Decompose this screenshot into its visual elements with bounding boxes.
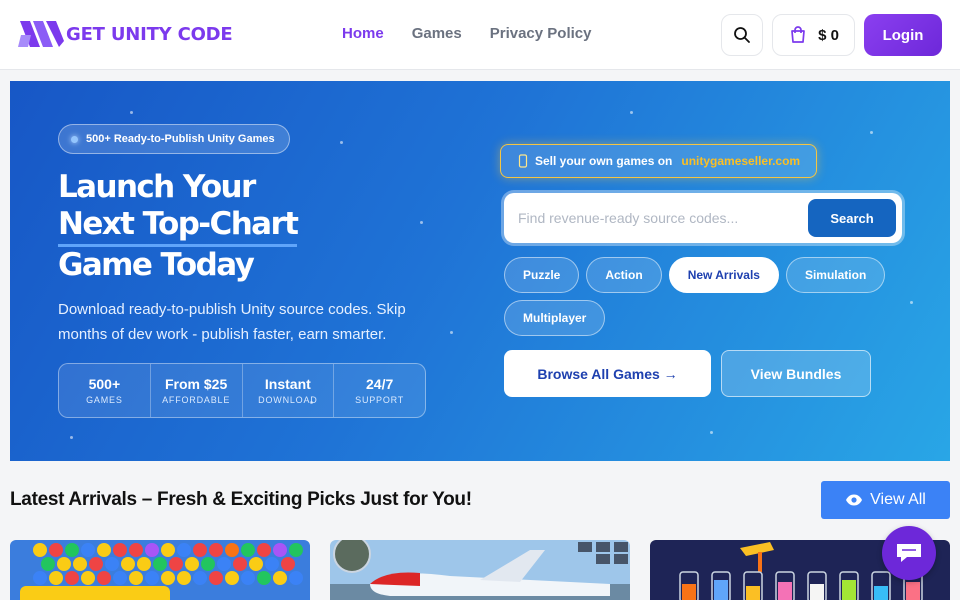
stat-value: 24/7 bbox=[366, 376, 394, 392]
hero-stats: 500+ GAMES From $25 AFFORDABLE Instant D… bbox=[58, 363, 426, 418]
hero-headline: Launch Your Next Top-Chart Game Today bbox=[58, 169, 299, 284]
category-chips: Puzzle Action New Arrivals Simulation Mu… bbox=[504, 257, 914, 336]
cart-amount: $ 0 bbox=[818, 26, 839, 44]
decor-dot bbox=[420, 221, 423, 224]
chat-icon bbox=[897, 544, 921, 562]
headline-line-2: Next Top-Chart bbox=[58, 206, 299, 247]
stat-affordable: From $25 AFFORDABLE bbox=[151, 364, 243, 417]
decor-dot bbox=[630, 111, 633, 114]
section-title: Latest Arrivals – Fresh & Exciting Picks… bbox=[10, 489, 472, 510]
decor-dot bbox=[870, 131, 873, 134]
chip-simulation[interactable]: Simulation bbox=[785, 257, 886, 293]
decor-dot bbox=[130, 111, 133, 114]
site-header: GET UNITY CODE Home Games Privacy Policy… bbox=[0, 0, 960, 70]
cart-button[interactable]: $ 0 bbox=[772, 14, 855, 56]
decor-dot bbox=[340, 141, 343, 144]
chip-new-arrivals[interactable]: New Arrivals bbox=[668, 257, 779, 293]
chip-action[interactable]: Action bbox=[586, 257, 662, 293]
logo-mark-icon bbox=[18, 21, 64, 47]
stat-value: 500+ bbox=[88, 376, 121, 392]
decor-dot bbox=[70, 436, 73, 439]
view-bundles-button[interactable]: View Bundles bbox=[721, 350, 871, 397]
nav-games[interactable]: Games bbox=[412, 25, 462, 42]
game-thumbnail bbox=[10, 540, 310, 600]
view-all-label: View All bbox=[870, 491, 926, 508]
bundles-label: View Bundles bbox=[750, 365, 842, 382]
eye-icon bbox=[846, 494, 863, 506]
game-thumbnail bbox=[330, 540, 630, 600]
stat-games: 500+ GAMES bbox=[59, 364, 151, 417]
sell-text: Sell your own games on bbox=[535, 154, 673, 168]
brand-logo[interactable]: GET UNITY CODE bbox=[18, 17, 233, 51]
badge-dot-icon bbox=[71, 135, 78, 143]
browse-label: Browse All Games → bbox=[537, 365, 678, 382]
stat-support: 24/7 SUPPORT bbox=[334, 364, 425, 417]
hero-description: Download ready-to-publish Unity source c… bbox=[58, 301, 406, 343]
sell-link[interactable]: unitygameseller.com bbox=[681, 154, 800, 168]
browse-all-games-button[interactable]: Browse All Games → bbox=[504, 350, 711, 397]
headline-line-3: Game Today bbox=[58, 247, 255, 283]
brand-name: GET UNITY CODE bbox=[66, 23, 233, 45]
stat-value: From $25 bbox=[165, 376, 228, 392]
stat-download: Instant DOWNLOAD bbox=[243, 364, 335, 417]
search-icon bbox=[734, 27, 750, 43]
stat-value: Instant bbox=[264, 376, 311, 392]
chat-widget-button[interactable] bbox=[882, 526, 936, 580]
header-search-button[interactable] bbox=[721, 14, 763, 56]
main-nav: Home Games Privacy Policy bbox=[342, 25, 591, 42]
cart-icon bbox=[791, 26, 805, 43]
hero-search-input[interactable] bbox=[518, 205, 788, 231]
hero-banner: 500+ Ready-to-Publish Unity Games Launch… bbox=[10, 81, 950, 461]
stat-label: DOWNLOAD bbox=[258, 395, 318, 405]
game-card-airplane[interactable] bbox=[330, 540, 630, 600]
chip-puzzle[interactable]: Puzzle bbox=[504, 257, 580, 293]
hero-search-box: Search bbox=[504, 193, 902, 243]
login-button[interactable]: Login bbox=[864, 14, 942, 56]
nav-home[interactable]: Home bbox=[342, 25, 384, 42]
hero-search-button[interactable]: Search bbox=[808, 199, 896, 237]
hero-badge: 500+ Ready-to-Publish Unity Games bbox=[58, 124, 290, 154]
phone-icon bbox=[518, 154, 528, 168]
decor-dot bbox=[450, 331, 453, 334]
stat-label: AFFORDABLE bbox=[162, 395, 231, 405]
hero-badge-text: 500+ Ready-to-Publish Unity Games bbox=[86, 133, 275, 145]
headline-line-1: Launch Your bbox=[58, 169, 256, 205]
decor-dot bbox=[710, 431, 713, 434]
nav-privacy-policy[interactable]: Privacy Policy bbox=[490, 25, 592, 42]
sell-games-banner[interactable]: Sell your own games on unitygameseller.c… bbox=[500, 144, 818, 178]
view-all-button[interactable]: View All bbox=[821, 481, 950, 519]
stat-label: GAMES bbox=[86, 395, 123, 405]
chip-multiplayer[interactable]: Multiplayer bbox=[504, 300, 606, 336]
stat-label: SUPPORT bbox=[355, 395, 405, 405]
game-card-bubble-shooter[interactable] bbox=[10, 540, 310, 600]
